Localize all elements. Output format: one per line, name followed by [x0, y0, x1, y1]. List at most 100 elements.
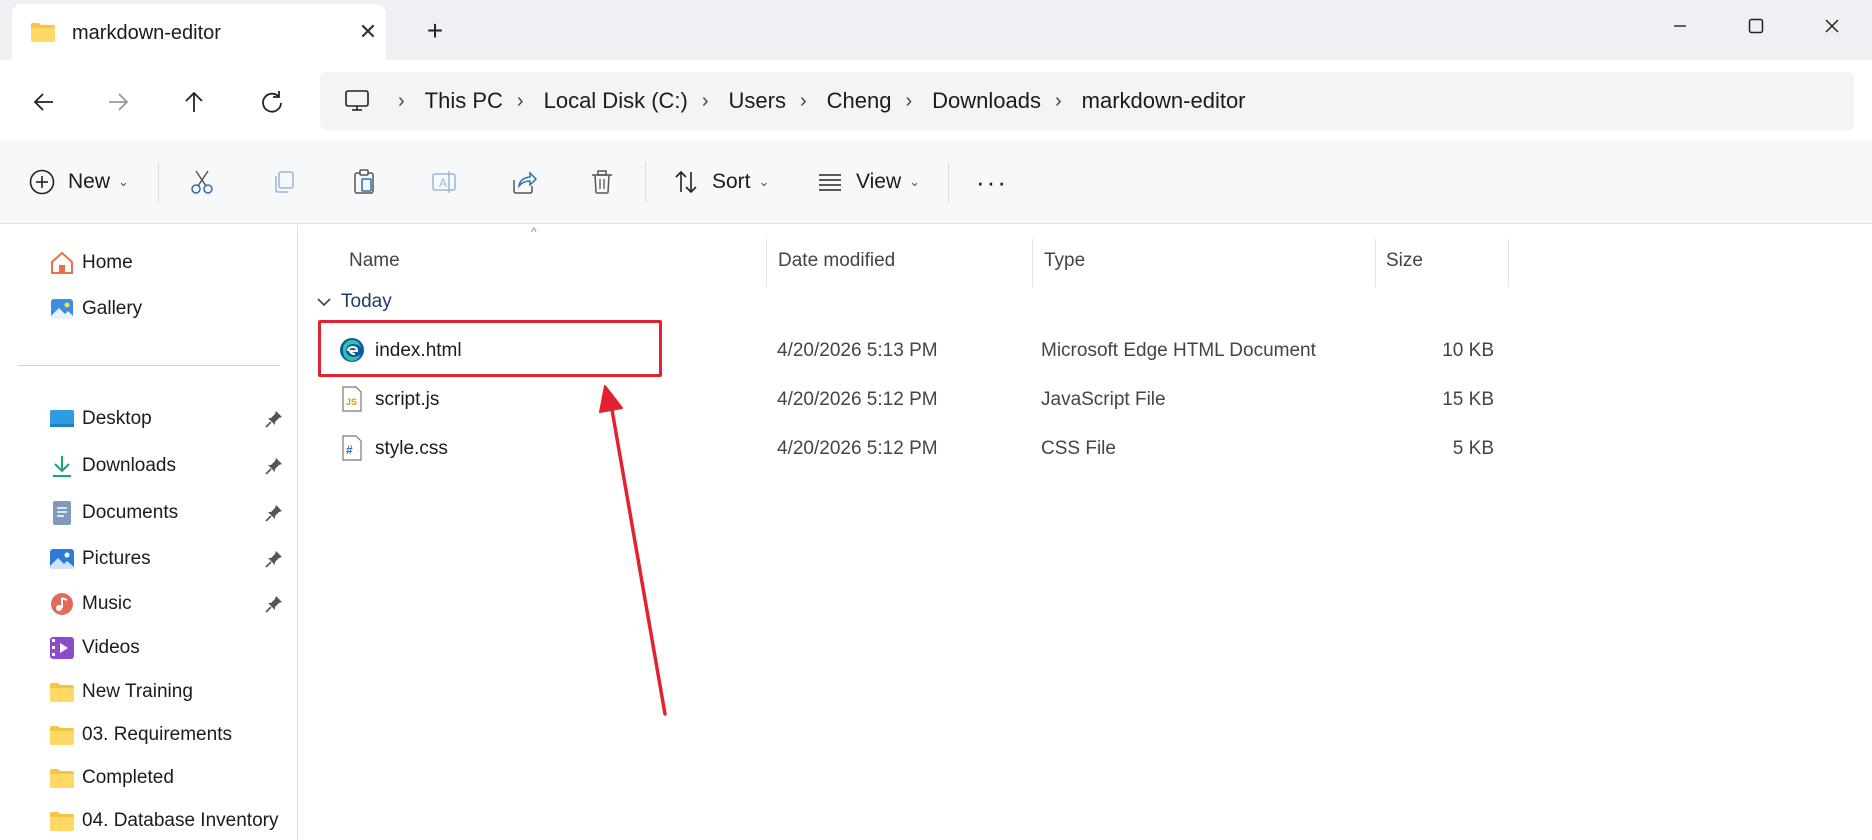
close-window-button[interactable]	[1802, 6, 1862, 46]
sidebar-label: Documents	[82, 502, 179, 523]
tab-markdown-editor[interactable]: markdown-editor ✕	[12, 4, 386, 60]
sidebar-item-desktop[interactable]: Desktop	[48, 403, 294, 435]
rename-button[interactable]: A	[430, 160, 458, 204]
back-button[interactable]	[22, 80, 66, 124]
navigation-pane: Home Gallery Desktop Downloads Documents…	[0, 225, 298, 840]
delete-button[interactable]	[588, 160, 616, 204]
file-row-style-css[interactable]: # style.css 4/20/2026 5:12 PM CSS File 5…	[299, 426, 1519, 470]
breadcrumb-this-pc[interactable]: This PC	[425, 88, 503, 114]
column-divider[interactable]	[766, 239, 767, 287]
share-button[interactable]	[510, 160, 538, 204]
sidebar-item-home[interactable]: Home	[48, 247, 294, 279]
file-type: Microsoft Edge HTML Document	[1041, 340, 1316, 361]
pin-icon[interactable]	[264, 409, 284, 434]
group-header-today[interactable]: Today	[315, 291, 392, 313]
chevron-down-icon: ⌄	[118, 174, 129, 189]
music-icon	[48, 590, 76, 618]
file-size: 5 KB	[1452, 438, 1494, 459]
address-bar[interactable]: › This PC › Local Disk (C:) › Users › Ch…	[320, 72, 1854, 130]
breadcrumb-downloads[interactable]: Downloads	[932, 88, 1041, 114]
pin-icon[interactable]	[264, 456, 284, 481]
new-button[interactable]: New ⌄	[28, 160, 129, 204]
sidebar-label: Gallery	[82, 298, 143, 319]
file-date: 4/20/2026 5:12 PM	[777, 389, 938, 410]
sidebar-item-database-inventory[interactable]: 04. Database Inventory	[48, 805, 294, 837]
sidebar-item-new-training[interactable]: New Training	[48, 676, 294, 708]
tab-close-button[interactable]: ✕	[354, 18, 382, 46]
new-tab-button[interactable]: +	[418, 14, 452, 48]
sidebar-item-requirements[interactable]: 03. Requirements	[48, 719, 294, 751]
sidebar-divider	[18, 365, 280, 366]
breadcrumb-local-disk[interactable]: Local Disk (C:)	[544, 88, 688, 114]
sort-label: Sort	[712, 170, 751, 193]
share-icon	[513, 171, 538, 194]
highlight-box	[318, 320, 662, 377]
pin-icon[interactable]	[264, 594, 284, 619]
view-button[interactable]: View ⌄	[816, 160, 920, 204]
pin-icon[interactable]	[264, 503, 284, 528]
sidebar-item-gallery[interactable]: Gallery	[48, 293, 294, 325]
column-divider[interactable]	[1032, 239, 1033, 287]
refresh-icon	[262, 91, 282, 113]
videos-icon	[48, 634, 76, 662]
folder-icon	[48, 721, 76, 749]
documents-icon	[48, 499, 76, 527]
js-file-icon: JS	[339, 386, 365, 412]
toolbar-divider	[158, 162, 159, 202]
more-icon: ···	[976, 166, 1008, 197]
breadcrumb-chevron-icon: ›	[799, 89, 807, 112]
column-divider[interactable]	[1375, 239, 1376, 287]
file-row-script-js[interactable]: JS script.js 4/20/2026 5:12 PM JavaScrip…	[299, 377, 1519, 421]
sidebar-item-downloads[interactable]: Downloads	[48, 450, 294, 482]
paste-icon	[354, 169, 374, 194]
sidebar-item-pictures[interactable]: Pictures	[48, 543, 294, 575]
sidebar-item-videos[interactable]: Videos	[48, 632, 294, 664]
breadcrumb-markdown-editor[interactable]: markdown-editor	[1082, 88, 1246, 114]
minimize-button[interactable]	[1650, 6, 1710, 46]
folder-icon	[48, 678, 76, 706]
file-size: 10 KB	[1442, 340, 1494, 361]
refresh-button[interactable]	[250, 80, 294, 124]
up-button[interactable]	[172, 80, 216, 124]
folder-icon	[48, 764, 76, 792]
file-name: style.css	[375, 438, 448, 459]
cut-button[interactable]	[188, 160, 216, 204]
new-label: New	[68, 170, 111, 193]
sidebar-item-music[interactable]: Music	[48, 588, 294, 620]
breadcrumb-cheng[interactable]: Cheng	[827, 88, 892, 114]
pictures-icon	[48, 545, 76, 573]
column-header-size[interactable]: Size	[1386, 239, 1423, 283]
maximize-button[interactable]	[1726, 6, 1786, 46]
more-options-button[interactable]: ···	[972, 160, 1008, 204]
sidebar-item-documents[interactable]: Documents	[48, 497, 294, 529]
sidebar-label: New Training	[82, 681, 193, 702]
toolbar-divider	[645, 162, 646, 202]
delete-icon	[592, 170, 612, 194]
gallery-icon	[48, 295, 76, 323]
breadcrumb-chevron-icon: ›	[1055, 89, 1062, 112]
column-header-date[interactable]: Date modified	[778, 239, 895, 283]
paste-button[interactable]	[350, 160, 378, 204]
sidebar-label: Videos	[82, 637, 140, 658]
desktop-icon	[48, 405, 76, 433]
breadcrumb-chevron-icon: ›	[398, 89, 405, 112]
arrow-left-icon	[33, 93, 53, 111]
svg-text:A: A	[439, 176, 447, 190]
breadcrumb-users[interactable]: Users	[729, 88, 786, 114]
minimize-icon	[1674, 25, 1686, 27]
column-header-type[interactable]: Type	[1044, 239, 1085, 283]
sidebar-label: Home	[82, 252, 133, 273]
forward-button[interactable]	[96, 80, 140, 124]
pin-icon[interactable]	[264, 549, 284, 574]
sidebar-item-completed[interactable]: Completed	[48, 762, 294, 794]
view-icon	[819, 174, 841, 191]
column-divider[interactable]	[1508, 239, 1509, 287]
sidebar-label: 04. Database Inventory	[82, 810, 279, 831]
file-date: 4/20/2026 5:13 PM	[777, 340, 938, 361]
copy-button[interactable]	[270, 160, 298, 204]
sidebar-label: Music	[82, 593, 132, 614]
breadcrumb-chevron-icon: ›	[516, 89, 524, 112]
sort-button[interactable]: Sort ⌄	[672, 160, 769, 204]
sidebar-label: Pictures	[82, 548, 151, 569]
column-header-name[interactable]: Name	[349, 239, 400, 283]
